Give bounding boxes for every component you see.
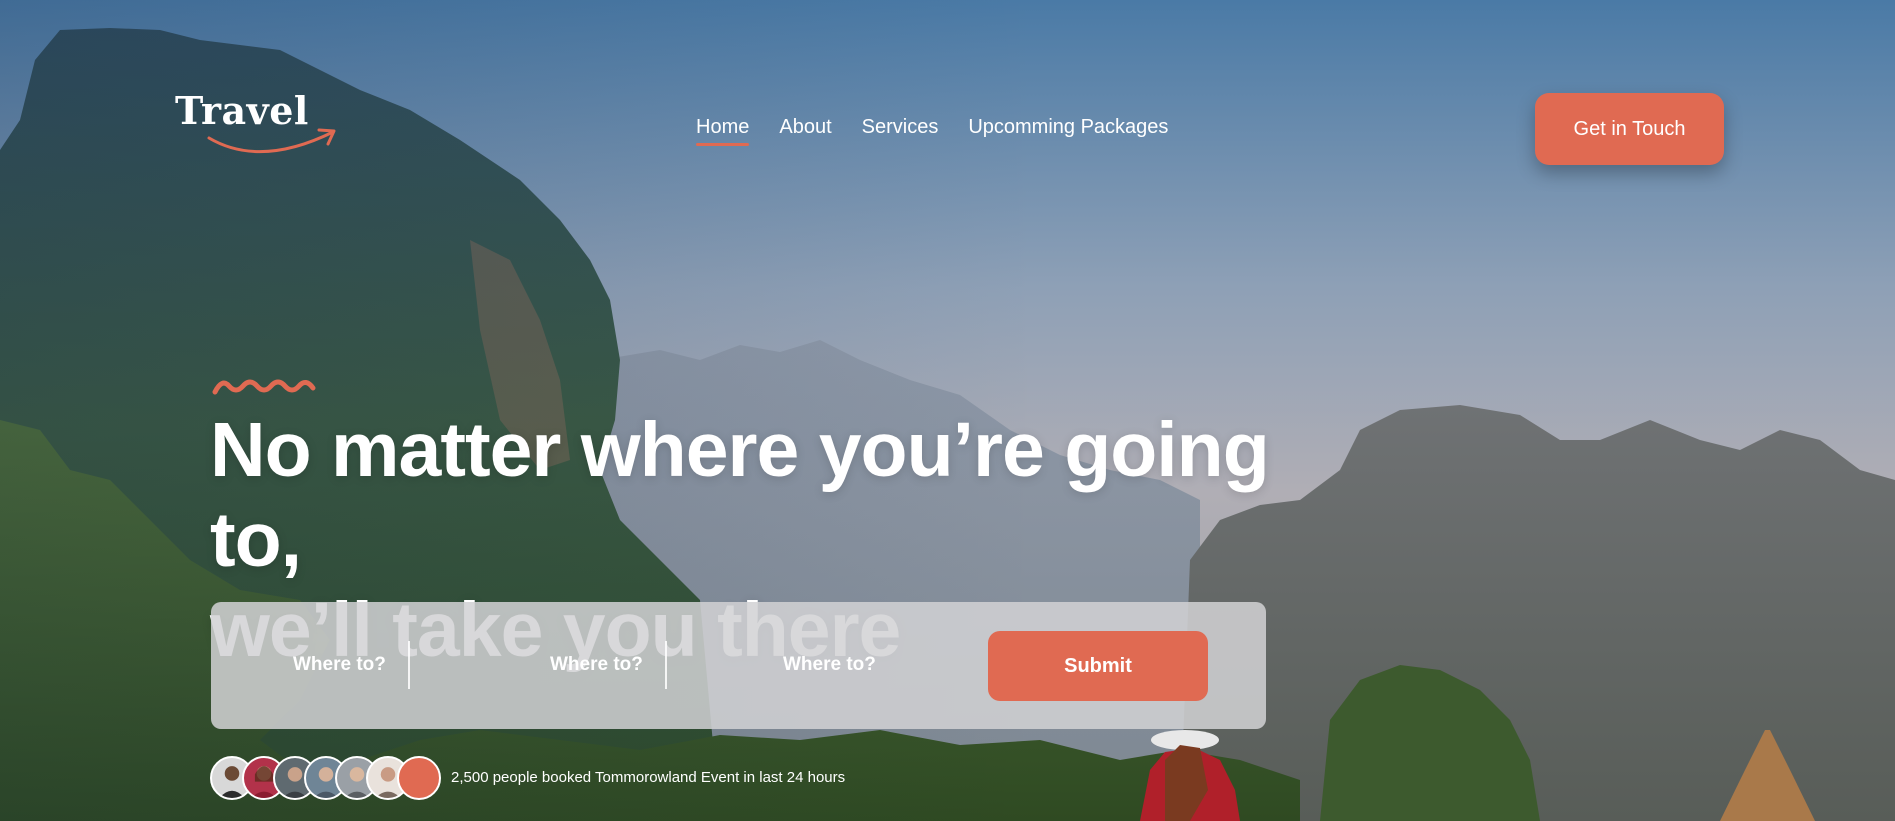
nav-item-services[interactable]: Services bbox=[862, 116, 939, 139]
travel-logo[interactable]: Travel bbox=[175, 88, 336, 160]
booked-users-avatars bbox=[210, 756, 441, 802]
field-divider bbox=[408, 641, 410, 689]
social-proof-text: 2,500 people booked Tommorowland Event i… bbox=[451, 769, 846, 786]
submit-button[interactable]: Submit bbox=[988, 631, 1208, 701]
hero-section: Travel Home About Services Upcomming Pac… bbox=[0, 0, 1895, 821]
search-panel: Where to? Where to? Where to? Submit bbox=[211, 602, 1266, 729]
where-to-field-2[interactable]: Where to? bbox=[550, 654, 643, 676]
logo-text: Travel bbox=[175, 88, 309, 133]
field-divider bbox=[665, 641, 667, 689]
main-nav: Home About Services Upcomming Packages bbox=[696, 116, 1168, 146]
logo-swoosh-arrow-icon bbox=[207, 128, 336, 154]
nav-item-upcoming-packages[interactable]: Upcomming Packages bbox=[968, 116, 1168, 139]
nav-item-home[interactable]: Home bbox=[696, 116, 750, 146]
where-to-field-3[interactable]: Where to? bbox=[783, 654, 876, 676]
avatar-more-indicator bbox=[397, 756, 441, 800]
get-in-touch-button[interactable]: Get in Touch bbox=[1535, 93, 1724, 165]
where-to-field-1[interactable]: Where to? bbox=[293, 654, 386, 676]
zigzag-wave-icon bbox=[212, 379, 316, 395]
headline-line-1: No matter where you’re going to, bbox=[210, 407, 1270, 583]
nav-item-about[interactable]: About bbox=[779, 116, 831, 139]
